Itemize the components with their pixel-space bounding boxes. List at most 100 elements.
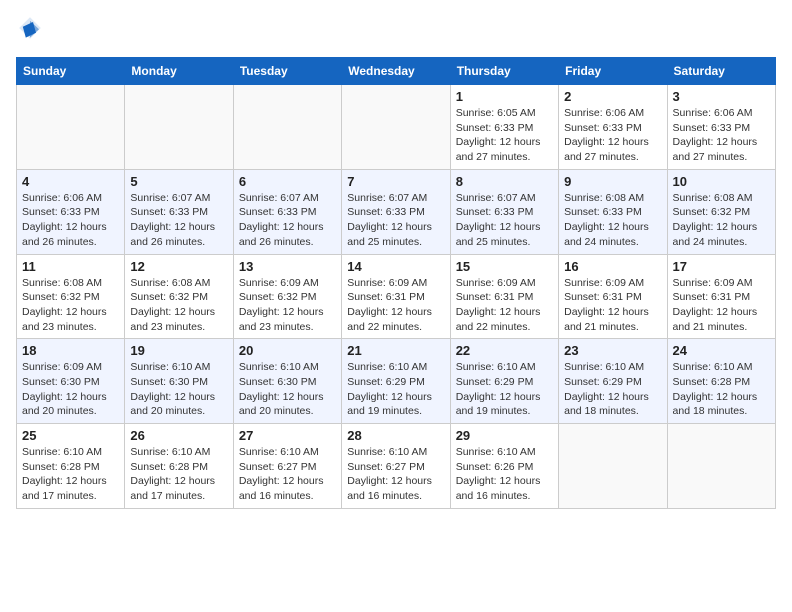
day-info: Sunrise: 6:10 AM Sunset: 6:27 PM Dayligh… [239, 445, 336, 504]
calendar-cell: 26 Sunrise: 6:10 AM Sunset: 6:28 PM Dayli… [125, 424, 233, 509]
day-info: Sunrise: 6:09 AM Sunset: 6:31 PM Dayligh… [456, 276, 553, 335]
logo-icon [18, 16, 42, 40]
day-info: Sunrise: 6:10 AM Sunset: 6:29 PM Dayligh… [564, 360, 661, 419]
calendar-cell: 27 Sunrise: 6:10 AM Sunset: 6:27 PM Dayli… [233, 424, 341, 509]
calendar-cell: 1 Sunrise: 6:05 AM Sunset: 6:33 PM Daylig… [450, 85, 558, 170]
calendar-cell: 2 Sunrise: 6:06 AM Sunset: 6:33 PM Daylig… [559, 85, 667, 170]
day-info: Sunrise: 6:07 AM Sunset: 6:33 PM Dayligh… [456, 191, 553, 250]
day-number: 23 [564, 343, 661, 358]
calendar-cell: 3 Sunrise: 6:06 AM Sunset: 6:33 PM Daylig… [667, 85, 775, 170]
day-number: 3 [673, 89, 770, 104]
calendar-cell [17, 85, 125, 170]
column-header-wednesday: Wednesday [342, 58, 450, 85]
calendar-table: SundayMondayTuesdayWednesdayThursdayFrid… [16, 57, 776, 509]
day-info: Sunrise: 6:10 AM Sunset: 6:30 PM Dayligh… [239, 360, 336, 419]
page-header [16, 16, 776, 45]
calendar-cell: 14 Sunrise: 6:09 AM Sunset: 6:31 PM Dayli… [342, 254, 450, 339]
day-number: 11 [22, 259, 119, 274]
day-info: Sunrise: 6:07 AM Sunset: 6:33 PM Dayligh… [347, 191, 444, 250]
calendar-cell: 24Sunrise: 6:10 AM Sunset: 6:28 PM Dayli… [667, 339, 775, 424]
day-number: 1 [456, 89, 553, 104]
calendar-cell: 7 Sunrise: 6:07 AM Sunset: 6:33 PM Daylig… [342, 169, 450, 254]
calendar-cell: 16 Sunrise: 6:09 AM Sunset: 6:31 PM Dayli… [559, 254, 667, 339]
day-number: 25 [22, 428, 119, 443]
calendar-cell: 8 Sunrise: 6:07 AM Sunset: 6:33 PM Daylig… [450, 169, 558, 254]
day-info: Sunrise: 6:07 AM Sunset: 6:33 PM Dayligh… [130, 191, 227, 250]
day-number: 22 [456, 343, 553, 358]
calendar-cell: 4 Sunrise: 6:06 AM Sunset: 6:33 PM Daylig… [17, 169, 125, 254]
day-info: Sunrise: 6:10 AM Sunset: 6:27 PM Dayligh… [347, 445, 444, 504]
day-info: Sunrise: 6:09 AM Sunset: 6:31 PM Dayligh… [673, 276, 770, 335]
column-header-saturday: Saturday [667, 58, 775, 85]
calendar-cell [342, 85, 450, 170]
calendar-cell: 28 Sunrise: 6:10 AM Sunset: 6:27 PM Dayli… [342, 424, 450, 509]
column-header-friday: Friday [559, 58, 667, 85]
day-info: Sunrise: 6:08 AM Sunset: 6:32 PM Dayligh… [673, 191, 770, 250]
logo [16, 16, 42, 45]
day-number: 2 [564, 89, 661, 104]
calendar-cell: 19Sunrise: 6:10 AM Sunset: 6:30 PM Dayli… [125, 339, 233, 424]
day-number: 29 [456, 428, 553, 443]
calendar-cell: 22Sunrise: 6:10 AM Sunset: 6:29 PM Dayli… [450, 339, 558, 424]
column-header-tuesday: Tuesday [233, 58, 341, 85]
day-info: Sunrise: 6:05 AM Sunset: 6:33 PM Dayligh… [456, 106, 553, 165]
day-info: Sunrise: 6:09 AM Sunset: 6:31 PM Dayligh… [564, 276, 661, 335]
day-info: Sunrise: 6:10 AM Sunset: 6:26 PM Dayligh… [456, 445, 553, 504]
calendar-cell [667, 424, 775, 509]
day-info: Sunrise: 6:06 AM Sunset: 6:33 PM Dayligh… [22, 191, 119, 250]
day-number: 10 [673, 174, 770, 189]
day-info: Sunrise: 6:09 AM Sunset: 6:31 PM Dayligh… [347, 276, 444, 335]
day-number: 26 [130, 428, 227, 443]
day-info: Sunrise: 6:06 AM Sunset: 6:33 PM Dayligh… [673, 106, 770, 165]
week-row-5: 25 Sunrise: 6:10 AM Sunset: 6:28 PM Dayli… [17, 424, 776, 509]
week-row-1: 1 Sunrise: 6:05 AM Sunset: 6:33 PM Daylig… [17, 85, 776, 170]
day-number: 28 [347, 428, 444, 443]
calendar-cell: 15 Sunrise: 6:09 AM Sunset: 6:31 PM Dayli… [450, 254, 558, 339]
calendar-cell: 13Sunrise: 6:09 AM Sunset: 6:32 PM Dayli… [233, 254, 341, 339]
week-row-3: 11 Sunrise: 6:08 AM Sunset: 6:32 PM Dayli… [17, 254, 776, 339]
day-info: Sunrise: 6:09 AM Sunset: 6:30 PM Dayligh… [22, 360, 119, 419]
calendar-cell: 18 Sunrise: 6:09 AM Sunset: 6:30 PM Dayli… [17, 339, 125, 424]
day-number: 7 [347, 174, 444, 189]
day-info: Sunrise: 6:10 AM Sunset: 6:28 PM Dayligh… [130, 445, 227, 504]
day-number: 27 [239, 428, 336, 443]
day-number: 14 [347, 259, 444, 274]
week-row-2: 4 Sunrise: 6:06 AM Sunset: 6:33 PM Daylig… [17, 169, 776, 254]
day-number: 8 [456, 174, 553, 189]
day-number: 6 [239, 174, 336, 189]
calendar-cell [233, 85, 341, 170]
week-row-4: 18 Sunrise: 6:09 AM Sunset: 6:30 PM Dayli… [17, 339, 776, 424]
day-number: 21 [347, 343, 444, 358]
day-number: 9 [564, 174, 661, 189]
day-number: 17 [673, 259, 770, 274]
calendar-cell: 29 Sunrise: 6:10 AM Sunset: 6:26 PM Dayli… [450, 424, 558, 509]
day-number: 18 [22, 343, 119, 358]
calendar-cell [125, 85, 233, 170]
calendar-cell: 23 Sunrise: 6:10 AM Sunset: 6:29 PM Dayli… [559, 339, 667, 424]
column-header-sunday: Sunday [17, 58, 125, 85]
day-number: 15 [456, 259, 553, 274]
day-number: 5 [130, 174, 227, 189]
day-info: Sunrise: 6:08 AM Sunset: 6:33 PM Dayligh… [564, 191, 661, 250]
calendar-cell: 12Sunrise: 6:08 AM Sunset: 6:32 PM Dayli… [125, 254, 233, 339]
day-info: Sunrise: 6:07 AM Sunset: 6:33 PM Dayligh… [239, 191, 336, 250]
day-info: Sunrise: 6:10 AM Sunset: 6:28 PM Dayligh… [22, 445, 119, 504]
day-number: 19 [130, 343, 227, 358]
calendar-cell: 20Sunrise: 6:10 AM Sunset: 6:30 PM Dayli… [233, 339, 341, 424]
calendar-cell: 6 Sunrise: 6:07 AM Sunset: 6:33 PM Daylig… [233, 169, 341, 254]
day-info: Sunrise: 6:08 AM Sunset: 6:32 PM Dayligh… [22, 276, 119, 335]
calendar-header-row: SundayMondayTuesdayWednesdayThursdayFrid… [17, 58, 776, 85]
calendar-cell: 9 Sunrise: 6:08 AM Sunset: 6:33 PM Daylig… [559, 169, 667, 254]
day-info: Sunrise: 6:06 AM Sunset: 6:33 PM Dayligh… [564, 106, 661, 165]
day-number: 12 [130, 259, 227, 274]
day-info: Sunrise: 6:09 AM Sunset: 6:32 PM Dayligh… [239, 276, 336, 335]
calendar-cell: 21 Sunrise: 6:10 AM Sunset: 6:29 PM Dayli… [342, 339, 450, 424]
column-header-monday: Monday [125, 58, 233, 85]
calendar-cell: 10 Sunrise: 6:08 AM Sunset: 6:32 PM Dayli… [667, 169, 775, 254]
day-number: 16 [564, 259, 661, 274]
calendar-cell: 17 Sunrise: 6:09 AM Sunset: 6:31 PM Dayli… [667, 254, 775, 339]
column-header-thursday: Thursday [450, 58, 558, 85]
calendar-cell: 5 Sunrise: 6:07 AM Sunset: 6:33 PM Daylig… [125, 169, 233, 254]
day-number: 4 [22, 174, 119, 189]
day-info: Sunrise: 6:10 AM Sunset: 6:29 PM Dayligh… [347, 360, 444, 419]
